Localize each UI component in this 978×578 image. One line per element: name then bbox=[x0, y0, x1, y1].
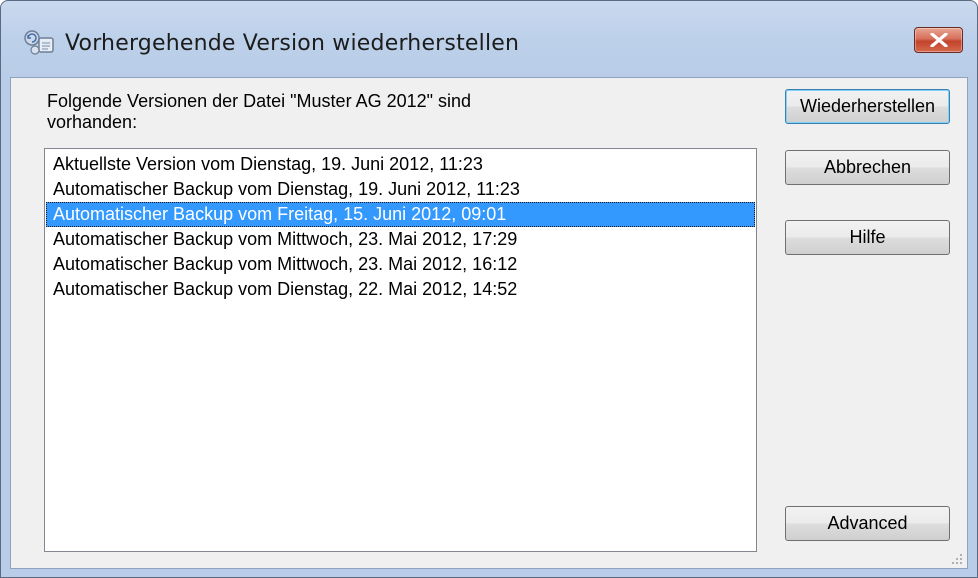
version-list-item[interactable]: Automatischer Backup vom Mittwoch, 23. M… bbox=[46, 252, 755, 277]
help-button[interactable]: Hilfe bbox=[785, 220, 950, 255]
version-list-item[interactable]: Aktuellste Version vom Dienstag, 19. Jun… bbox=[46, 152, 755, 177]
version-list-item[interactable]: Automatischer Backup vom Dienstag, 19. J… bbox=[46, 177, 755, 202]
title-bar[interactable]: Vorhergehende Version wiederherstellen bbox=[1, 1, 977, 77]
close-button[interactable] bbox=[914, 27, 963, 53]
dialog-body: Folgende Versionen der Datei "Muster AG … bbox=[10, 77, 968, 569]
version-list-item[interactable]: Automatischer Backup vom Dienstag, 22. M… bbox=[46, 277, 755, 302]
resize-grip-icon[interactable] bbox=[951, 552, 963, 564]
version-list-item[interactable]: Automatischer Backup vom Mittwoch, 23. M… bbox=[46, 227, 755, 252]
prompt-label: Folgende Versionen der Datei "Muster AG … bbox=[47, 91, 472, 132]
cancel-button[interactable]: Abbrechen bbox=[785, 150, 950, 185]
restore-button[interactable]: Wiederherstellen bbox=[785, 89, 950, 124]
version-list[interactable]: Aktuellste Version vom Dienstag, 19. Jun… bbox=[44, 148, 757, 552]
restore-version-icon bbox=[23, 29, 57, 55]
close-icon bbox=[930, 33, 948, 47]
version-list-item[interactable]: Automatischer Backup vom Freitag, 15. Ju… bbox=[46, 202, 755, 227]
window-title: Vorhergehende Version wiederherstellen bbox=[65, 31, 520, 56]
restore-version-dialog: Vorhergehende Version wiederherstellen F… bbox=[0, 0, 978, 578]
advanced-button[interactable]: Advanced bbox=[785, 506, 950, 541]
